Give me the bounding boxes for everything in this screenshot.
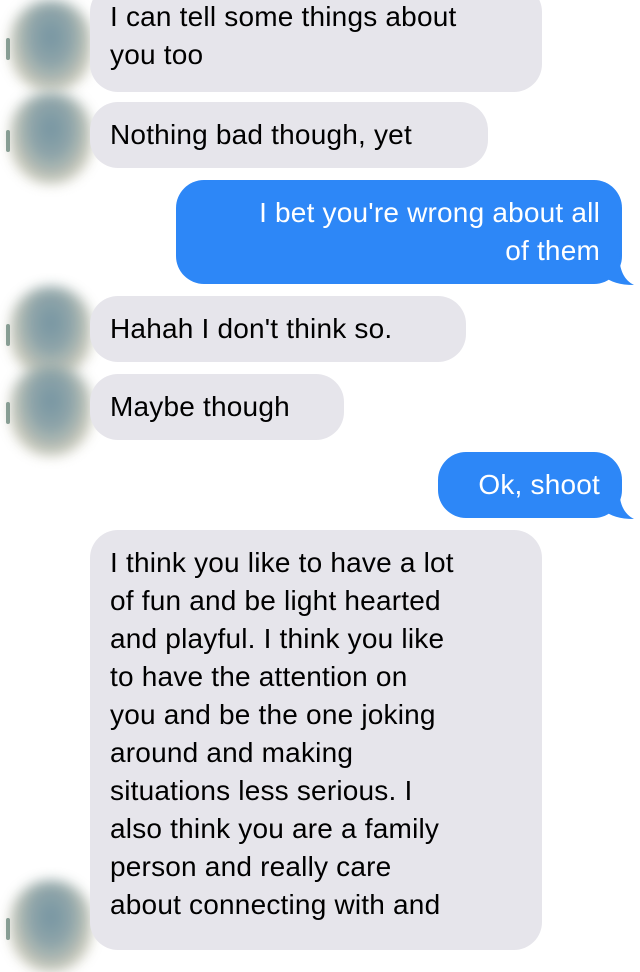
message-text: Ok, shoot — [478, 469, 600, 500]
message-text: Hahah I don't think so. — [110, 313, 393, 344]
bubble-tail-icon — [604, 252, 634, 285]
message-text: also think you are a family — [110, 813, 440, 844]
message-text: person and really care — [110, 851, 392, 882]
message-text: I bet you're wrong about all — [259, 197, 600, 228]
message-text: and playful. I think you like — [110, 623, 445, 654]
message-text: I can tell some things about — [110, 1, 457, 32]
message-text: to have the attention on — [110, 661, 408, 692]
message-bubble-outgoing[interactable]: Ok, shoot — [438, 452, 622, 518]
message-text: you too — [110, 39, 204, 70]
message-bubble-incoming[interactable]: Nothing bad though, yet — [90, 102, 488, 168]
message-text: of them — [505, 235, 600, 266]
contact-avatar-icon — [0, 880, 92, 972]
message-text: about connecting with and — [110, 889, 441, 920]
contact-avatar-icon — [0, 92, 92, 184]
message-bubble-incoming[interactable]: I can tell some things about you too — [90, 0, 542, 92]
message-bubble-incoming[interactable]: Hahah I don't think so. — [90, 296, 466, 362]
message-bubble-outgoing[interactable]: I bet you're wrong about all of them — [176, 180, 622, 284]
contact-avatar-icon — [0, 364, 92, 456]
message-text: you and be the one joking — [110, 699, 436, 730]
bubble-tail-icon — [604, 486, 634, 519]
message-text: around and making — [110, 737, 354, 768]
message-text: situations less serious. I — [110, 775, 413, 806]
message-bubble-incoming[interactable]: Maybe though — [90, 374, 344, 440]
message-text: I think you like to have a lot — [110, 547, 454, 578]
message-text: Nothing bad though, yet — [110, 119, 412, 150]
message-text: Maybe though — [110, 391, 290, 422]
message-text: of fun and be light hearted — [110, 585, 441, 616]
message-bubble-incoming[interactable]: I think you like to have a lot of fun an… — [90, 530, 542, 950]
contact-avatar-icon — [0, 0, 92, 92]
